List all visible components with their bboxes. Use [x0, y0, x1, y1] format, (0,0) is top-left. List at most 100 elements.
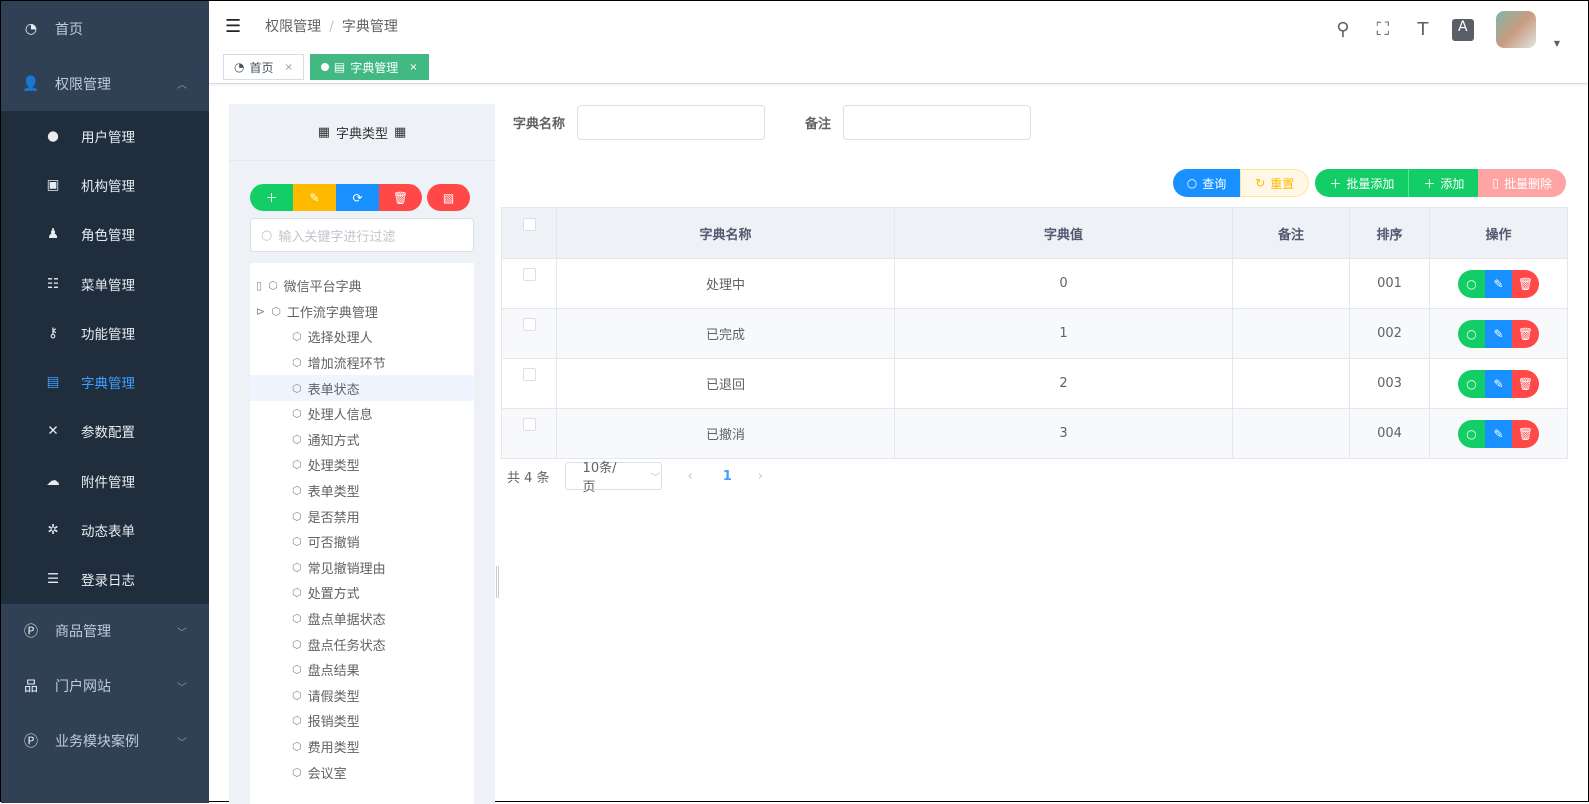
- caret-down-icon[interactable]: ▼: [1554, 39, 1560, 48]
- sidebar-group-permission[interactable]: 👤 权限管理 ︿: [1, 56, 209, 111]
- page-number[interactable]: 1: [723, 469, 732, 484]
- sidebar-group-products[interactable]: Ⓟ 商品管理 ﹀: [1, 604, 209, 659]
- view-button[interactable]: ○: [1458, 269, 1485, 298]
- sidebar-item-home[interactable]: ◔ 首页: [1, 1, 209, 56]
- sidebar-item-dictionary[interactable]: ▤ 字典管理: [1, 357, 209, 406]
- user-lock-icon: ♟: [46, 226, 60, 243]
- query-button[interactable]: ○ 查询: [1172, 169, 1241, 197]
- leaf-icon[interactable]: ▯: [256, 279, 262, 292]
- sidebar-item-login-log[interactable]: ☰ 登录日志: [1, 555, 209, 604]
- remark-input[interactable]: [843, 105, 1032, 140]
- sidebar-item-users[interactable]: ● 用户管理: [1, 111, 209, 160]
- dict-name-input[interactable]: [577, 105, 766, 140]
- dashboard-icon: ◔: [24, 20, 38, 37]
- next-page-button[interactable]: ›: [758, 469, 763, 484]
- tree-node[interactable]: ⬡ 是否禁用: [250, 503, 474, 529]
- checkbox[interactable]: [522, 217, 536, 231]
- tree-node[interactable]: ⊳ ⬡ 工作流字典管理: [250, 299, 474, 325]
- sidebar-item-orgs[interactable]: ▣ 机构管理: [1, 160, 209, 209]
- tree-node[interactable]: ⬡ 通知方式: [250, 427, 474, 453]
- row-checkbox[interactable]: [522, 418, 536, 431]
- delete-button[interactable]: 🗑: [1512, 419, 1539, 448]
- sidebar-item-label: 功能管理: [81, 326, 135, 343]
- prev-page-button[interactable]: ‹: [688, 469, 693, 484]
- sidebar-item-attachments[interactable]: ☁ 附件管理: [1, 456, 209, 505]
- tree-node[interactable]: ⬡ 处理人信息: [250, 401, 474, 427]
- tree-node[interactable]: ⬡ 增加流程环节: [250, 350, 474, 376]
- splitter-handle[interactable]: [496, 566, 499, 598]
- edit-type-button[interactable]: ✎: [293, 184, 336, 211]
- page-size-select[interactable]: 10条/页 ﹀: [564, 461, 662, 495]
- edit-button[interactable]: ✎: [1485, 269, 1512, 298]
- sidebar-item-menus[interactable]: ☷ 菜单管理: [1, 259, 209, 308]
- page-size-value: 10条/页: [582, 461, 617, 495]
- tab-home[interactable]: ◔ 首页 ×: [223, 54, 304, 80]
- hamburger-icon[interactable]: ☰: [225, 16, 241, 37]
- chevron-down-icon: ﹀: [650, 472, 661, 484]
- tree-node[interactable]: ⬡ 盘点单据状态: [250, 606, 474, 632]
- breadcrumb-item: 字典管理: [341, 19, 398, 35]
- tree-node[interactable]: ⬡ 处置方式: [250, 580, 474, 606]
- view-button[interactable]: ○: [1458, 369, 1485, 398]
- add-button[interactable]: ＋ 添加: [1409, 169, 1479, 197]
- close-icon[interactable]: ×: [409, 62, 417, 73]
- tree-node-label: 处理类型: [307, 459, 360, 475]
- tree-node[interactable]: ⬡ 常见撤销理由: [250, 555, 474, 581]
- sidebar-group-business[interactable]: Ⓟ 业务模块案例 ﹀: [1, 714, 209, 769]
- font-size-icon[interactable]: T: [1412, 19, 1434, 41]
- view-button[interactable]: ○: [1458, 419, 1485, 448]
- tree-filter-input[interactable]: ○ 输入关键字进行过滤: [250, 218, 474, 252]
- tree-node[interactable]: ⬡ 会议室: [250, 759, 474, 785]
- breadcrumb-item[interactable]: 权限管理: [265, 19, 321, 35]
- close-icon[interactable]: ×: [285, 62, 293, 73]
- tab-dictionary[interactable]: ▤ 字典管理 ×: [309, 54, 429, 80]
- translate-icon[interactable]: A: [1451, 18, 1474, 41]
- fullscreen-icon[interactable]: ⛶: [1372, 19, 1394, 41]
- tree-node[interactable]: ⬡ 报销类型: [250, 708, 474, 734]
- edit-button[interactable]: ✎: [1485, 369, 1512, 398]
- toolbar: ○ 查询 ↻ 重置 ＋ 批量添加 ＋ 添加 ▯ 批量删除: [1172, 169, 1566, 197]
- sidebar-item-dynamic-forms[interactable]: ✲ 动态表单: [1, 505, 209, 554]
- select-all[interactable]: [501, 207, 557, 259]
- expand-icon[interactable]: ⊳: [256, 305, 265, 318]
- delete-type-button[interactable]: 🗑: [379, 184, 422, 211]
- tree-node[interactable]: ▯ ⬡ 微信平台字典: [250, 273, 474, 299]
- view-button[interactable]: ○: [1458, 319, 1485, 348]
- export-button[interactable]: ▧: [427, 184, 470, 211]
- row-checkbox[interactable]: [522, 318, 536, 331]
- delete-button[interactable]: 🗑: [1512, 369, 1539, 398]
- sidebar-item-label: 登录日志: [81, 573, 135, 590]
- batch-delete-button[interactable]: ▯ 批量删除: [1478, 169, 1566, 197]
- key-icon: ⚷: [48, 324, 58, 341]
- search-icon: ○: [261, 227, 273, 243]
- sidebar-item-roles[interactable]: ♟ 角色管理: [1, 210, 209, 259]
- tree-node[interactable]: ⬡ 处理类型: [250, 452, 474, 478]
- add-type-button[interactable]: ＋: [250, 184, 293, 211]
- tag-icon: ⬡: [292, 509, 302, 523]
- search-icon[interactable]: ⚲: [1332, 19, 1354, 41]
- delete-button[interactable]: 🗑: [1512, 319, 1539, 348]
- sidebar-group-portal[interactable]: 品门户网站 ﹀: [1, 659, 209, 714]
- reset-button[interactable]: ↻ 重置: [1240, 169, 1310, 197]
- row-checkbox[interactable]: [522, 268, 536, 281]
- cell-name: 处理中: [556, 258, 895, 309]
- tree-node[interactable]: ⬡ 表单类型: [250, 478, 474, 504]
- tree-node[interactable]: ⬡ 表单状态: [250, 375, 474, 401]
- tree-node[interactable]: ⬡ 盘点任务状态: [250, 631, 474, 657]
- tree-node[interactable]: ⬡ 请假类型: [250, 683, 474, 709]
- edit-button[interactable]: ✎: [1485, 319, 1512, 348]
- tree-node[interactable]: ⬡ 盘点结果: [250, 657, 474, 683]
- edit-button[interactable]: ✎: [1485, 419, 1512, 448]
- batch-add-button[interactable]: ＋ 批量添加: [1315, 169, 1410, 197]
- tree-node[interactable]: ⬡ 可否撤销: [250, 529, 474, 555]
- sidebar-item-functions[interactable]: ⚷ 功能管理: [1, 308, 209, 357]
- refresh-type-button[interactable]: ⟳: [336, 184, 379, 211]
- row-checkbox[interactable]: [522, 368, 536, 381]
- sidebar-item-params[interactable]: ✕ 参数配置: [1, 407, 209, 456]
- tree-node[interactable]: ⬡ 选择处理人: [250, 324, 474, 350]
- avatar[interactable]: [1495, 11, 1536, 48]
- tree-node[interactable]: ⬡ 费用类型: [250, 734, 474, 760]
- tree-node-label: 常见撤销理由: [307, 561, 386, 577]
- delete-button[interactable]: 🗑: [1512, 269, 1539, 298]
- tag-icon: ⬡: [292, 612, 302, 626]
